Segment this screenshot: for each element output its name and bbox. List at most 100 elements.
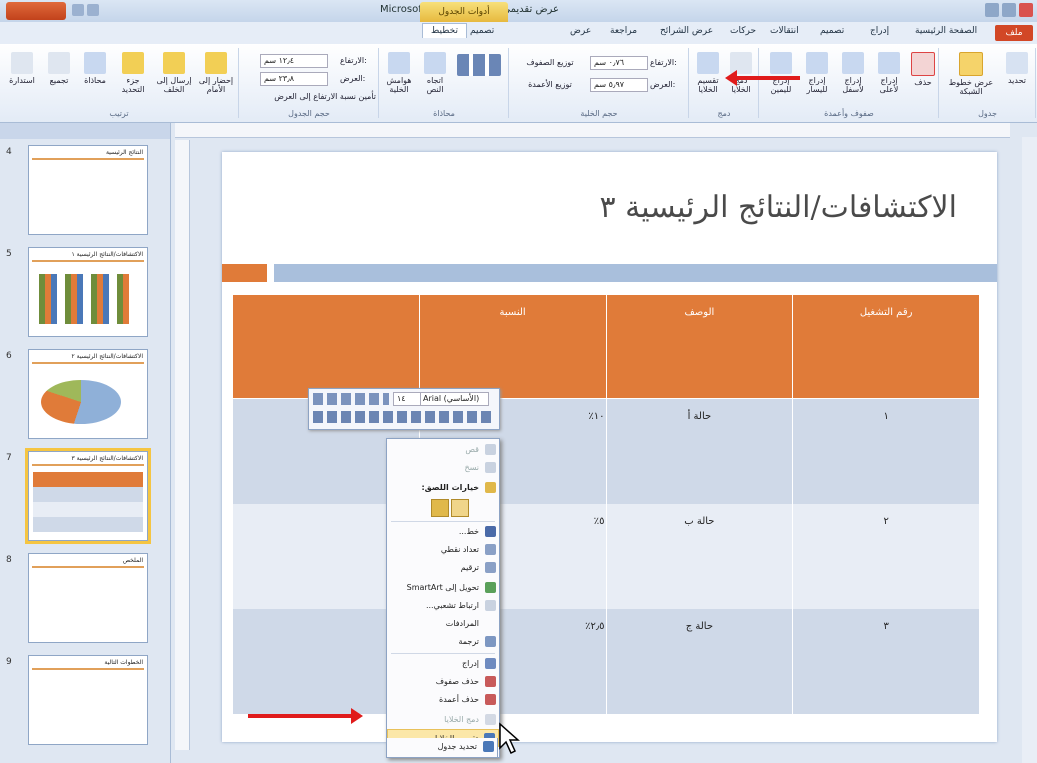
table-cell[interactable]: حالة ب — [605, 504, 794, 609]
align-buttons[interactable] — [454, 54, 504, 78]
group-table-size: الارتفاع: ١٢٫٤ سم العرض: ٢٣٫٨ سم تأمين ن… — [240, 48, 379, 118]
tab-table-layout[interactable]: تخطيط — [422, 23, 467, 38]
slide-number: 9 — [6, 657, 12, 667]
thumbnail-rule — [32, 260, 144, 262]
table-header-cell[interactable]: الوصف — [605, 294, 794, 399]
insert-right-button[interactable]: إدراج لليمين — [764, 52, 798, 94]
insert-left-button[interactable]: إدراج لليسار — [800, 52, 834, 94]
slide-thumbnail[interactable]: الاكتشافات/النتائج الرئيسية ١ — [28, 247, 148, 337]
distribute-rows-button[interactable]: توزيع الصفوف — [518, 58, 582, 67]
pane-tabs[interactable] — [0, 123, 170, 139]
menu-item-smartart[interactable]: تحويل إلى SmartArt — [387, 579, 499, 597]
paste-text-only-icon[interactable] — [451, 499, 469, 517]
menu-item-paste-options[interactable]: خيارات اللصق: — [387, 479, 499, 497]
menu-item-delete-rows[interactable]: حذف صفوف — [387, 673, 499, 691]
group-label: محاذاة — [433, 109, 455, 118]
cell-margins-button[interactable]: هوامش الخلية — [382, 52, 416, 94]
bullets-icon — [485, 544, 496, 555]
tab-transitions[interactable]: انتقالات — [770, 26, 799, 36]
table-cell[interactable]: ١ — [792, 398, 980, 504]
menu-item-cut[interactable]: قص — [387, 441, 499, 459]
table-cell[interactable]: حالة ج — [605, 609, 794, 714]
table-cell[interactable]: حالة أ — [605, 398, 794, 504]
accent-bar-blue — [274, 264, 997, 282]
group-label: دمج — [717, 109, 731, 118]
tab-view[interactable]: عرض — [570, 26, 591, 36]
vertical-scrollbar[interactable] — [1022, 137, 1037, 763]
menu-item-bullets[interactable]: تعداد نقطي — [387, 541, 499, 559]
tab-slideshow[interactable]: عرض الشرائح — [660, 26, 713, 36]
font-size-field[interactable]: ١٤ — [393, 392, 421, 406]
grid-icon — [959, 52, 983, 76]
select-button[interactable]: تحديد — [1002, 52, 1032, 85]
vertical-ruler[interactable] — [175, 140, 190, 750]
tab-insert[interactable]: إدراج — [870, 26, 889, 36]
thumbnail-rule — [32, 464, 144, 466]
paste-keep-formatting-icon[interactable] — [431, 499, 449, 517]
row-height-label: الارتفاع: — [650, 58, 677, 67]
text-direction-button[interactable]: اتجاه النص — [418, 52, 452, 94]
table-width-field[interactable]: ٢٣٫٨ سم — [260, 72, 328, 86]
bring-forward-button[interactable]: إحضار إلى الأمام — [196, 52, 236, 94]
delete-button[interactable]: حذف — [910, 52, 936, 87]
slide-thumbnail-selected[interactable]: الاكتشافات/النتائج الرئيسية ٣ — [25, 448, 151, 544]
table-header-cell[interactable]: رقم التشغيل — [792, 294, 980, 399]
table-header-cell[interactable] — [232, 294, 420, 399]
slide-thumbnail[interactable]: الاكتشافات/النتائج الرئيسية ٢ — [28, 349, 148, 439]
slide-title[interactable]: الاكتشافات/النتائج الرئيسية ٣ — [600, 190, 957, 225]
insert-above-button[interactable]: إدراج لأعلى — [872, 52, 906, 94]
tab-file[interactable]: ملف — [995, 25, 1033, 41]
row-height-field[interactable]: ٠٫٧٦ سم — [590, 56, 648, 70]
maximize-icon[interactable] — [1002, 3, 1016, 17]
menu-item-hyperlink[interactable]: ارتباط تشعبي... — [387, 597, 499, 615]
menu-item-numbering[interactable]: ترقيم — [387, 559, 499, 577]
save-icon[interactable] — [72, 4, 84, 16]
table-cell[interactable]: ٣ — [792, 609, 980, 714]
data-table[interactable]: رقم التشغيل الوصف النسبة ١ حالة أ ١٠٪ ٢ … — [232, 294, 980, 714]
split-cells-button[interactable]: تقسيم الخلايا — [692, 52, 724, 94]
gridlines-button[interactable]: عرض خطوط الشبكة — [946, 52, 996, 96]
minimize-icon[interactable] — [985, 3, 999, 17]
table-cell[interactable]: ٢ — [792, 504, 980, 609]
selection-pane-button[interactable]: جزء التحديد — [114, 52, 152, 94]
slide-thumbnail[interactable]: الملخص — [28, 553, 148, 643]
mouse-cursor-icon — [499, 722, 520, 755]
rotate-button[interactable]: استدارة — [4, 52, 40, 85]
tab-table-design[interactable]: تصميم — [470, 26, 494, 36]
menu-item-copy[interactable]: نسخ — [387, 459, 499, 477]
tab-animations[interactable]: حركات — [730, 26, 756, 36]
menu-item-insert[interactable]: إدراج — [387, 655, 499, 673]
group-label: حجم الخلية — [580, 109, 618, 118]
distribute-columns-button[interactable]: توزيع الأعمدة — [518, 80, 582, 89]
paste-icon — [485, 482, 496, 493]
slide-canvas: الاكتشافات/النتائج الرئيسية ٣ رقم التشغي… — [222, 152, 997, 742]
align-button[interactable]: محاذاة — [78, 52, 112, 85]
menu-item-delete-columns[interactable]: حذف أعمدة — [387, 691, 499, 709]
group-alignment: اتجاه النص هوامش الخلية محاذاة — [380, 48, 509, 118]
insert-below-button[interactable]: إدراج لأسفل — [836, 52, 870, 94]
send-backward-button[interactable]: إرسال إلى الخلف — [154, 52, 194, 94]
slide-thumbnail[interactable]: النتائج الرئيسية — [28, 145, 148, 235]
horizontal-ruler[interactable] — [175, 123, 1010, 138]
mini-toolbar-style-buttons[interactable] — [313, 411, 495, 423]
group-button[interactable]: تجميع — [42, 52, 76, 85]
office-logo[interactable] — [6, 2, 66, 20]
undo-icon[interactable] — [87, 4, 99, 16]
close-icon[interactable] — [1019, 3, 1033, 17]
tab-review[interactable]: مراجعة — [610, 26, 637, 36]
menu-item-font[interactable]: خط... — [387, 523, 499, 541]
menu-item-merge-cells[interactable]: دمج الخلايا — [387, 711, 499, 729]
tab-design[interactable]: تصميم — [820, 26, 844, 36]
table-header-cell[interactable]: النسبة — [418, 294, 607, 399]
slide-thumbnail[interactable]: الخطوات التالية — [28, 655, 148, 745]
lock-aspect-checkbox[interactable]: تأمين نسبة الارتفاع إلى العرض — [248, 92, 376, 101]
menu-item-synonyms[interactable]: المرادفات — [387, 615, 499, 633]
menu-item-select-table[interactable]: تحديد جدول — [386, 738, 498, 758]
font-name-field[interactable]: Arial (الأساسي) — [419, 392, 489, 406]
tab-home[interactable]: الصفحة الرئيسية — [915, 26, 977, 36]
menu-item-translate[interactable]: ترجمة — [387, 633, 499, 651]
col-width-field[interactable]: ٥٫٩٧ سم — [590, 78, 648, 92]
table-height-field[interactable]: ١٢٫٤ سم — [260, 54, 328, 68]
mini-toolbar-format-buttons[interactable] — [313, 393, 389, 405]
thumbnail-title: النتائج الرئيسية — [105, 149, 143, 156]
